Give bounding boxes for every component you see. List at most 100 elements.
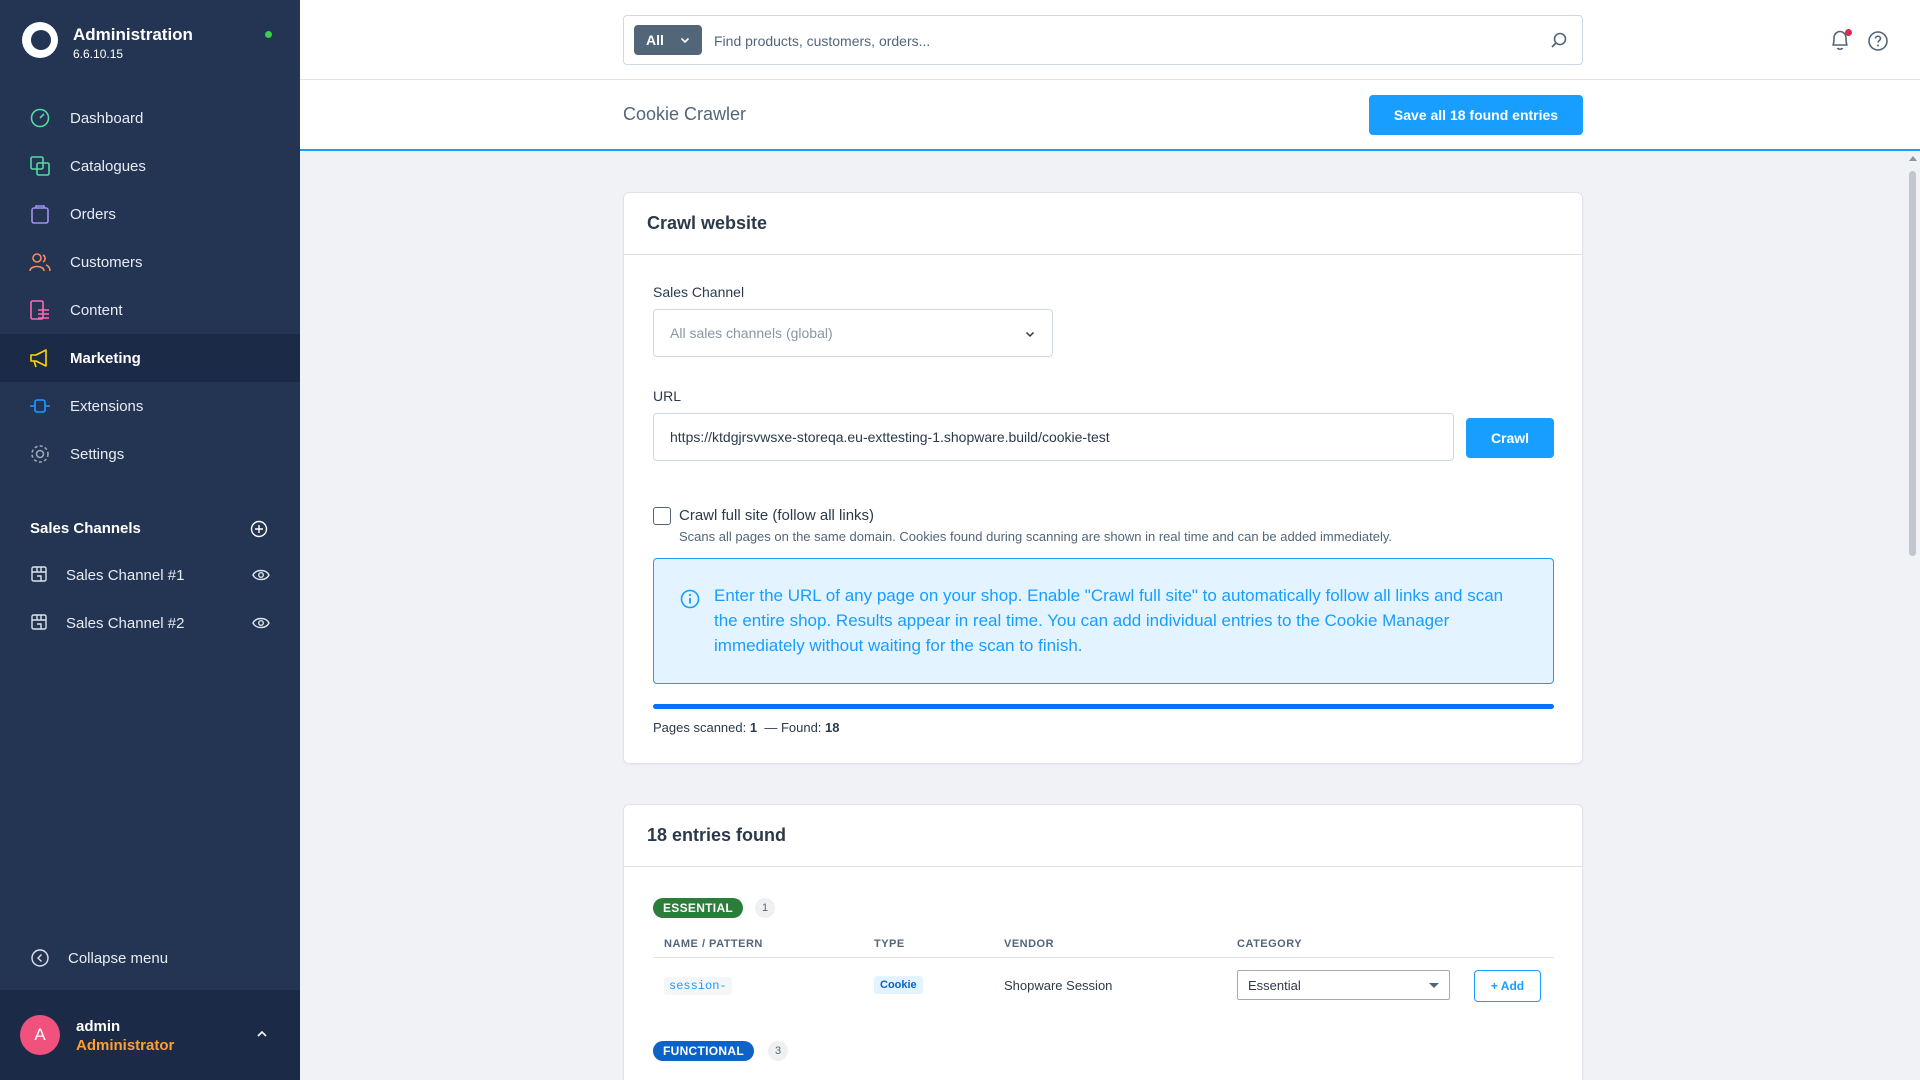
info-icon [680, 589, 700, 609]
crawl-full-site-checkbox[interactable] [653, 507, 671, 525]
info-text: Enter the URL of any page on your shop. … [714, 586, 1504, 655]
nav-item-extensions[interactable]: Extensions [0, 382, 300, 430]
sales-channels-heading: Sales Channels [30, 520, 141, 537]
type-badge: Cookie [874, 976, 923, 994]
scroll-thumb[interactable] [1909, 171, 1916, 556]
scroll-up-arrow[interactable] [1909, 156, 1917, 161]
add-sales-channel-icon[interactable] [250, 520, 268, 538]
storefront-icon [31, 614, 47, 630]
entries-card: 18 entries found ESSENTIAL 1 NAME / PATT… [623, 804, 1583, 1080]
chevron-left-circle-icon [31, 949, 49, 967]
group-count: 1 [755, 898, 775, 918]
page-header: Cookie Crawler Save all 18 found entries [300, 80, 1920, 151]
crawl-full-site-label[interactable]: Crawl full site (follow all links) [679, 507, 874, 524]
user-menu[interactable]: A admin Administrator [0, 990, 300, 1080]
add-entry-button[interactable]: + Add [1474, 970, 1541, 1002]
nav-label: Dashboard [70, 109, 144, 127]
cookie-name: session- [664, 977, 732, 995]
category-select[interactable]: Essential [1237, 970, 1450, 1000]
sales-channel-select[interactable]: All sales channels (global) [653, 309, 1053, 357]
nav-label: Content [70, 301, 123, 319]
global-search: All [623, 15, 1583, 65]
sidebar: Administration 6.6.10.15 Dashboard Catal… [0, 0, 300, 1080]
sales-channel-label: Sales Channel [653, 284, 745, 300]
notification-dot [1845, 29, 1852, 36]
catalogues-icon [30, 156, 50, 176]
nav-item-catalogues[interactable]: Catalogues [0, 142, 300, 190]
search-type-label: All [646, 32, 664, 48]
nav-item-marketing[interactable]: Marketing [0, 334, 300, 382]
eye-icon[interactable] [252, 568, 270, 582]
storefront-icon [31, 566, 47, 582]
nav-label: Orders [70, 205, 116, 223]
search-icon[interactable] [1550, 31, 1568, 49]
group-badge-essential: ESSENTIAL [653, 898, 744, 918]
chevron-down-icon [1025, 331, 1035, 338]
eye-icon[interactable] [252, 616, 270, 630]
status-dot [265, 31, 272, 38]
megaphone-icon [30, 349, 47, 368]
save-all-button[interactable]: Save all 18 found entries [1369, 95, 1583, 135]
settings-icon [31, 445, 49, 463]
card-title: 18 entries found [624, 805, 1582, 867]
pages-scanned-value: 1 [749, 720, 758, 735]
group-badge-functional: FUNCTIONAL [653, 1041, 754, 1061]
crawl-button[interactable]: Crawl [1466, 418, 1554, 458]
group-count: 3 [768, 1041, 788, 1061]
customers-icon [29, 253, 51, 272]
user-role: Administrator [76, 1037, 175, 1054]
nav-label: Extensions [70, 397, 144, 415]
nav-item-settings[interactable]: Settings [0, 430, 300, 478]
help-icon[interactable] [1867, 30, 1889, 52]
content-icon [30, 300, 49, 320]
nav-label: Catalogues [70, 157, 146, 175]
brand-title: Administration [73, 25, 193, 44]
column-header-type: TYPE [874, 938, 905, 950]
dashboard-icon [30, 108, 50, 128]
brand-version: 6.6.10.15 [73, 47, 124, 61]
crawl-full-site-help: Scans all pages on the same domain. Cook… [679, 529, 1393, 544]
nav-label: Settings [70, 445, 125, 463]
nav-label: Customers [70, 253, 143, 271]
brand[interactable]: Administration 6.6.10.15 [22, 22, 302, 62]
url-label: URL [653, 388, 682, 404]
search-input[interactable] [714, 26, 1514, 56]
progress-fill [653, 704, 1554, 709]
crawl-website-card: Crawl website Sales Channel All sales ch… [623, 192, 1583, 764]
found-label: — Found: [764, 720, 822, 735]
pages-scanned-label: Pages scanned: [653, 720, 747, 735]
extensions-icon [30, 399, 50, 413]
nav-item-content[interactable]: Content [0, 286, 300, 334]
nav-item-orders[interactable]: Orders [0, 190, 300, 238]
category-value: Essential [1248, 977, 1301, 993]
column-header-name: NAME / PATTERN [664, 938, 763, 950]
crawl-stats: Pages scanned: 1 — Found: 18 [653, 720, 840, 735]
sales-channel-item[interactable]: Sales Channel #2 [0, 599, 300, 647]
user-name: admin [76, 1018, 121, 1035]
found-value: 18 [825, 720, 840, 735]
card-title: Crawl website [624, 193, 1582, 255]
page-scrollbar[interactable] [1905, 151, 1920, 1080]
top-bar: All [300, 0, 1920, 80]
chevron-down-icon [680, 37, 690, 44]
chevron-up-icon[interactable] [256, 1028, 268, 1040]
sales-channel-label: Sales Channel #1 [66, 566, 185, 584]
vendor-name: Shopware Session [1004, 978, 1113, 993]
sales-channel-value: All sales channels (global) [670, 325, 833, 341]
nav-item-customers[interactable]: Customers [0, 238, 300, 286]
url-input[interactable] [653, 413, 1454, 461]
collapse-menu-label: Collapse menu [68, 949, 169, 967]
sales-channel-item[interactable]: Sales Channel #1 [0, 551, 300, 599]
column-header-category: CATEGORY [1237, 938, 1303, 950]
main-nav: Dashboard Catalogues Orders Customers Co… [0, 94, 300, 478]
table-header-divider [653, 957, 1554, 958]
caret-down-icon [1429, 983, 1439, 988]
column-header-vendor: VENDOR [1004, 938, 1055, 950]
collapse-menu-button[interactable]: Collapse menu [0, 934, 300, 982]
info-alert: Enter the URL of any page on your shop. … [653, 558, 1554, 684]
sales-channel-label: Sales Channel #2 [66, 614, 185, 632]
search-type-select[interactable]: All [634, 25, 702, 55]
nav-item-dashboard[interactable]: Dashboard [0, 94, 300, 142]
nav-label: Marketing [70, 349, 141, 367]
page-title: Cookie Crawler [623, 104, 747, 124]
